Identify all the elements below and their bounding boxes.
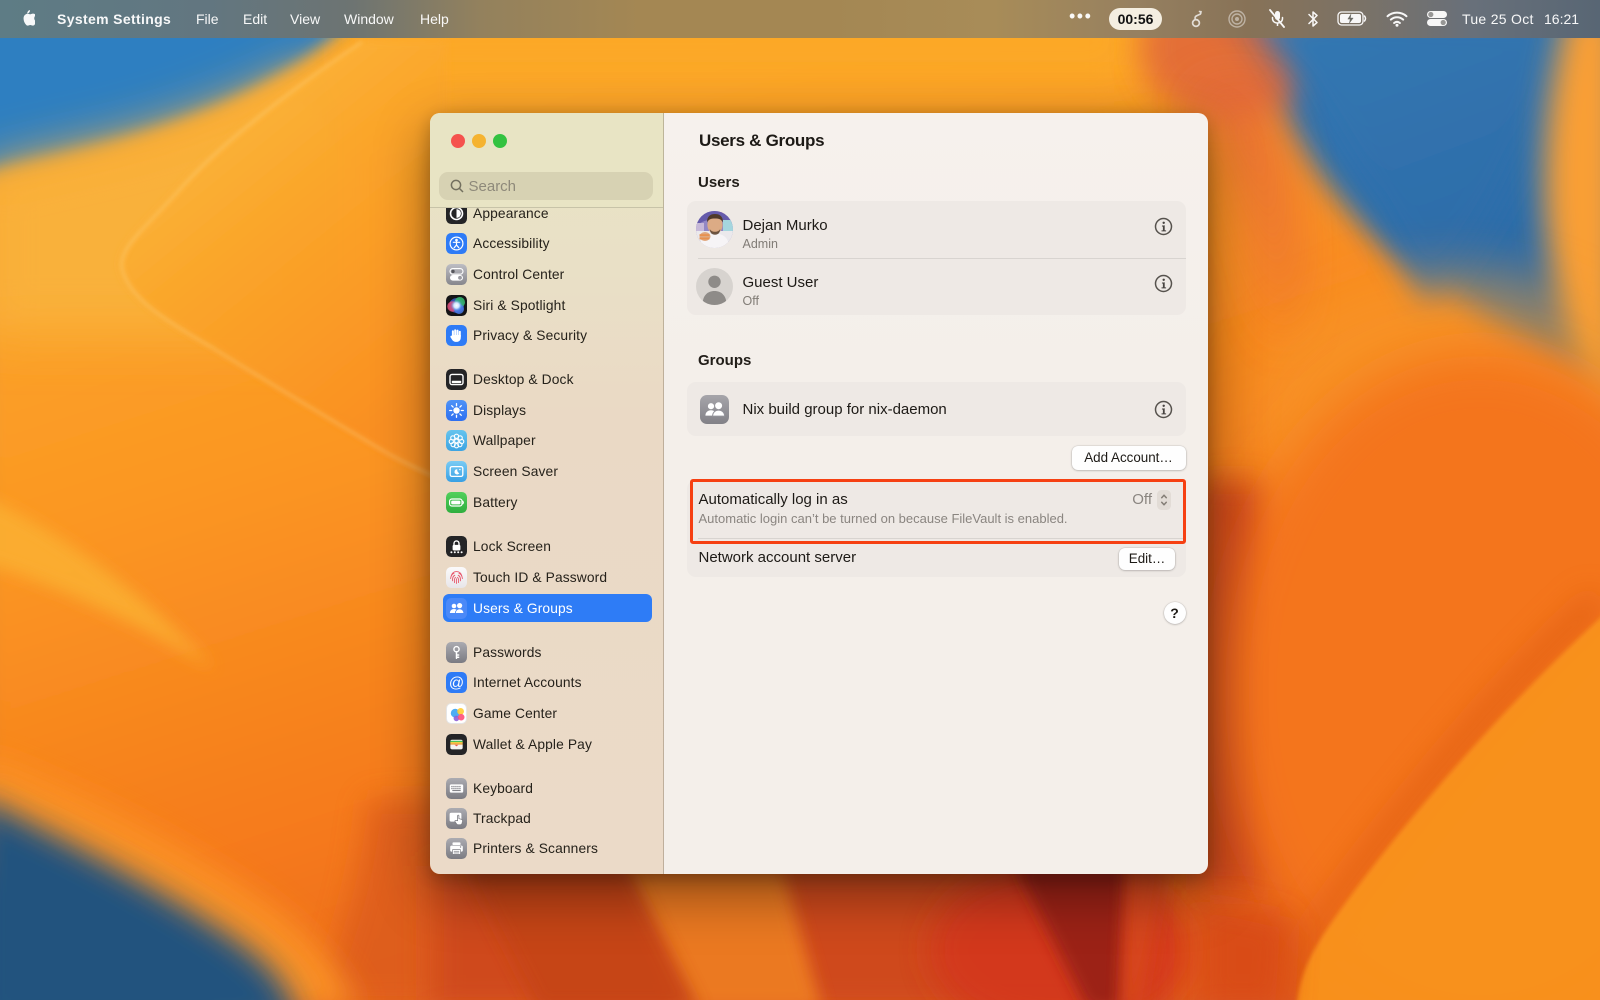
svg-text:@: @: [449, 674, 464, 691]
